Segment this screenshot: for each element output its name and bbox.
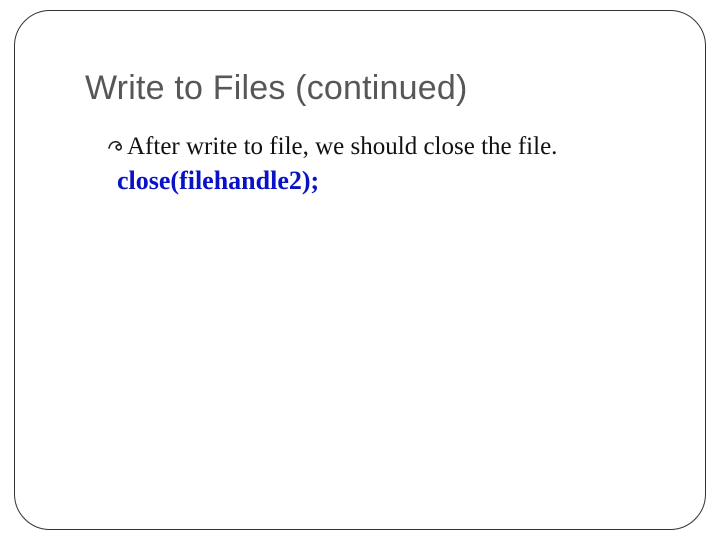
bullet-item: After write to file, we should close the… <box>107 132 655 162</box>
slide-title: Write to Files (continued) <box>85 69 655 108</box>
bullet-text: After write to file, we should close the… <box>127 132 557 162</box>
slide-frame: Write to Files (continued) After write t… <box>14 10 706 530</box>
code-line: close(filehandle2); <box>117 166 655 196</box>
bullet-icon <box>107 136 125 158</box>
slide-content: Write to Files (continued) After write t… <box>85 69 655 196</box>
